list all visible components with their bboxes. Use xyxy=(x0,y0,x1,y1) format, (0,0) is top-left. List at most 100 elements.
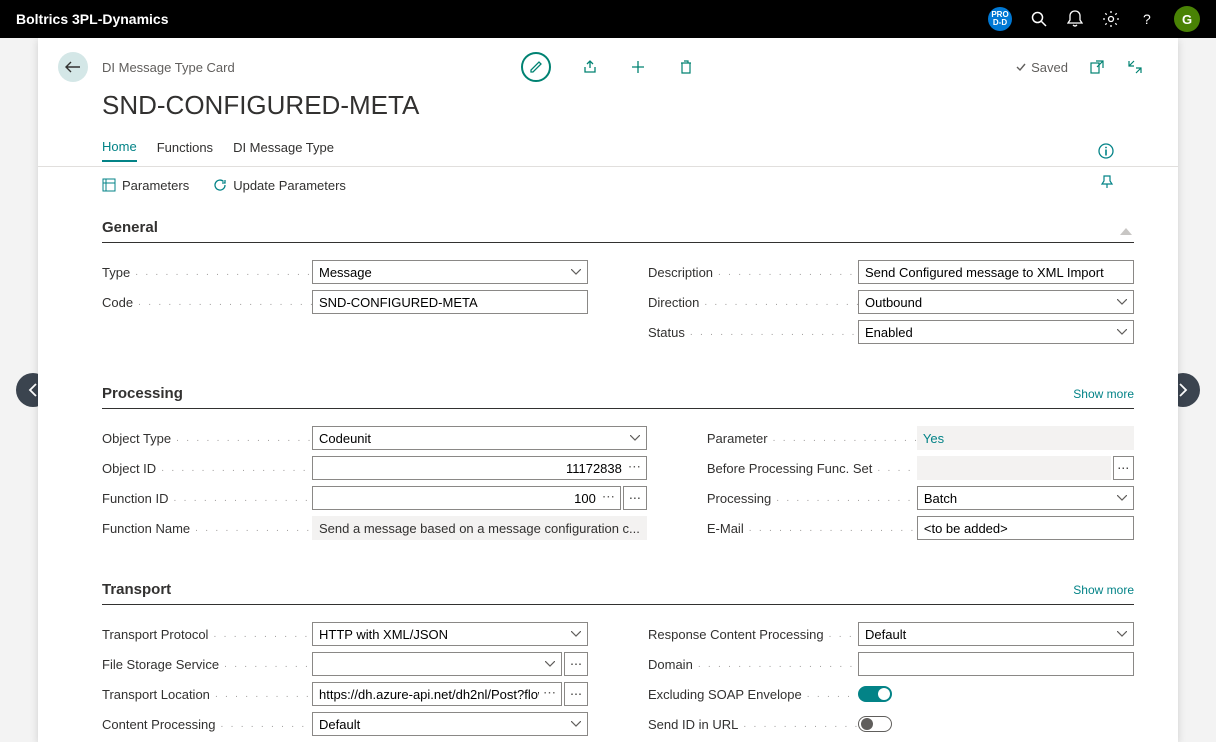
collapse-icon[interactable] xyxy=(1126,58,1144,76)
tab-di-message-type[interactable]: DI Message Type xyxy=(233,140,334,161)
transport-grid: Transport Protocol HTTP with XML/JSON Fi… xyxy=(102,619,1134,739)
direction-select[interactable]: Outbound xyxy=(858,290,1134,314)
section-general-title: General xyxy=(102,219,158,236)
field-code: Code xyxy=(102,287,588,317)
section-transport-header[interactable]: Transport Show more xyxy=(102,571,1134,605)
object-id-label: Object ID xyxy=(102,461,312,476)
page-title: SND-CONFIGURED-META xyxy=(38,86,1178,135)
scroll-up-indicator[interactable] xyxy=(1120,228,1132,235)
object-id-input[interactable] xyxy=(312,456,647,480)
section-general-header[interactable]: General xyxy=(102,209,1134,243)
send-id-toggle[interactable] xyxy=(858,716,892,732)
pin-icon[interactable] xyxy=(1100,175,1114,189)
function-id-input[interactable] xyxy=(312,486,621,510)
processing-show-more[interactable]: Show more xyxy=(1073,387,1134,401)
action-parameters-label: Parameters xyxy=(122,178,189,193)
action-parameters[interactable]: Parameters xyxy=(102,178,189,193)
response-processing-label: Response Content Processing xyxy=(648,627,858,642)
location-label: Transport Location xyxy=(102,687,312,702)
protocol-label: Transport Protocol xyxy=(102,627,312,642)
code-input[interactable] xyxy=(312,290,588,314)
section-processing-header[interactable]: Processing Show more xyxy=(102,375,1134,409)
content-processing-select[interactable]: Default xyxy=(312,712,588,736)
field-file-storage: File Storage Service ⋯ xyxy=(102,649,588,679)
saved-indicator: Saved xyxy=(1015,60,1068,75)
back-button[interactable] xyxy=(58,52,88,82)
topbar: Boltrics 3PL-Dynamics PRO D-D ? G xyxy=(0,0,1216,38)
environment-badge-line2: D-D xyxy=(993,19,1007,27)
edit-button[interactable] xyxy=(521,52,551,82)
user-avatar[interactable]: G xyxy=(1174,6,1200,32)
type-select[interactable]: Message xyxy=(312,260,588,284)
delete-icon[interactable] xyxy=(677,58,695,76)
email-input[interactable] xyxy=(917,516,1134,540)
right-actions: Saved xyxy=(1015,58,1144,76)
transport-show-more[interactable]: Show more xyxy=(1073,583,1134,597)
scroll-area[interactable]: General Type Message Code xyxy=(38,203,1178,742)
description-label: Description xyxy=(648,265,858,280)
response-processing-select[interactable]: Default xyxy=(858,622,1134,646)
function-name-value: Send a message based on a message config… xyxy=(312,516,647,540)
field-type: Type Message xyxy=(102,257,588,287)
notifications-icon[interactable] xyxy=(1066,10,1084,28)
code-label: Code xyxy=(102,295,312,310)
new-icon[interactable] xyxy=(629,58,647,76)
status-select[interactable]: Enabled xyxy=(858,320,1134,344)
field-send-id: Send ID in URL xyxy=(648,709,1134,739)
field-domain: Domain xyxy=(648,649,1134,679)
environment-badge[interactable]: PRO D-D xyxy=(988,7,1012,31)
topbar-right: PRO D-D ? G xyxy=(988,6,1200,32)
help-icon[interactable]: ? xyxy=(1138,10,1156,28)
description-input[interactable] xyxy=(858,260,1134,284)
parameters-icon xyxy=(102,178,116,192)
tab-functions[interactable]: Functions xyxy=(157,140,213,161)
action-row: Parameters Update Parameters xyxy=(38,167,1178,203)
field-before-processing: Before Processing Func. Set ⋯ xyxy=(707,453,1134,483)
location-lookup-button[interactable]: ⋯ xyxy=(564,682,588,706)
action-update-parameters[interactable]: Update Parameters xyxy=(213,178,346,193)
center-actions xyxy=(521,52,695,82)
section-transport-title: Transport xyxy=(102,581,171,598)
excl-soap-toggle[interactable] xyxy=(858,686,892,702)
direction-label: Direction xyxy=(648,295,858,310)
section-processing-title: Processing xyxy=(102,385,183,402)
general-grid: Type Message Code Description xyxy=(102,257,1134,347)
settings-icon[interactable] xyxy=(1102,10,1120,28)
field-excl-soap: Excluding SOAP Envelope xyxy=(648,679,1134,709)
parameter-value[interactable]: Yes xyxy=(917,426,1134,450)
tab-home[interactable]: Home xyxy=(102,139,137,162)
action-update-parameters-label: Update Parameters xyxy=(233,178,346,193)
domain-input[interactable] xyxy=(858,652,1134,676)
processing-select[interactable]: Batch xyxy=(917,486,1134,510)
field-object-id: Object ID xyxy=(102,453,647,483)
popout-icon[interactable] xyxy=(1088,58,1106,76)
parameter-label: Parameter xyxy=(707,431,917,446)
content-processing-label: Content Processing xyxy=(102,717,312,732)
before-processing-label: Before Processing Func. Set xyxy=(707,461,917,476)
processing-grid: Object Type Codeunit Object ID Function … xyxy=(102,423,1134,543)
field-transport-location: Transport Location ⋯ xyxy=(102,679,588,709)
object-type-label: Object Type xyxy=(102,431,312,446)
type-label: Type xyxy=(102,265,312,280)
status-label: Status xyxy=(648,325,858,340)
field-status: Status Enabled xyxy=(648,317,1134,347)
file-storage-select[interactable] xyxy=(312,652,562,676)
share-icon[interactable] xyxy=(581,58,599,76)
location-input[interactable] xyxy=(312,682,562,706)
file-storage-lookup-button[interactable]: ⋯ xyxy=(564,652,588,676)
card-header: DI Message Type Card Saved xyxy=(38,38,1178,86)
protocol-select[interactable]: HTTP with XML/JSON xyxy=(312,622,588,646)
search-icon[interactable] xyxy=(1030,10,1048,28)
tabs-row: Home Functions DI Message Type xyxy=(38,135,1178,167)
function-name-label: Function Name xyxy=(102,521,312,536)
processing-label: Processing xyxy=(707,491,917,506)
before-processing-value xyxy=(917,456,1111,480)
field-processing: Processing Batch xyxy=(707,483,1134,513)
before-processing-lookup-button[interactable]: ⋯ xyxy=(1113,456,1134,480)
domain-label: Domain xyxy=(648,657,858,672)
object-type-select[interactable]: Codeunit xyxy=(312,426,647,450)
file-storage-label: File Storage Service xyxy=(102,657,312,672)
function-id-lookup-button[interactable]: ⋯ xyxy=(623,486,647,510)
saved-label: Saved xyxy=(1031,60,1068,75)
info-icon[interactable] xyxy=(1098,143,1114,159)
